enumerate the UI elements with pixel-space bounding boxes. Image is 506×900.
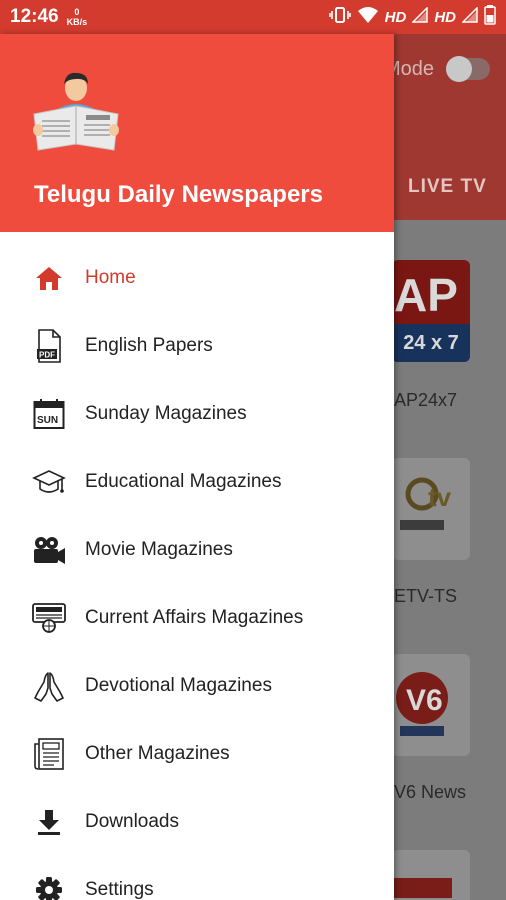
menu-item-label: Downloads [85,811,179,832]
battery-icon [484,5,496,29]
network-speed: 0 KB/s [67,7,88,27]
gear-icon [32,873,66,900]
tab-live-tv[interactable]: LIVE TV [408,176,487,198]
signal-icon [411,6,429,27]
menu-item-label: Educational Magazines [85,471,282,492]
menu-item-educational-magazines[interactable]: Educational Magazines [0,452,394,512]
dark-mode-toggle[interactable] [446,56,490,82]
menu-item-label: Movie Magazines [85,539,233,560]
movie-camera-icon [32,533,66,567]
channel-logo-v6-news[interactable]: V6 [392,654,470,756]
channel-logo-ap24x7[interactable]: AP 24 x 7 [392,260,470,362]
home-icon [32,261,66,295]
newspaper-icon [32,737,66,771]
navigation-drawer: Telugu Daily Newspapers Home PDF English… [0,34,394,900]
network-type-2: HD [434,8,456,26]
channel-logo-etv-ts[interactable]: tv [392,458,470,560]
svg-text:PDF: PDF [39,351,55,360]
menu-item-other-magazines[interactable]: Other Magazines [0,724,394,784]
praying-hands-icon [32,669,66,703]
download-icon [32,805,66,839]
drawer-title: Telugu Daily Newspapers [34,181,323,208]
drawer-header: Telugu Daily Newspapers [0,34,394,232]
svg-text:tv: tv [428,482,452,512]
menu-item-label: English Papers [85,335,213,356]
menu-item-home[interactable]: Home [0,248,394,308]
channel-logo-subtext: 24 x 7 [392,324,470,362]
graduation-cap-icon [32,465,66,499]
channel-logo-text: AP [394,269,458,321]
channel-name: AP24x7 [394,390,458,410]
menu-item-downloads[interactable]: Downloads [0,792,394,852]
wifi-icon [357,6,379,28]
menu-item-sunday-magazines[interactable]: SUN Sunday Magazines [0,384,394,444]
menu-item-devotional-magazines[interactable]: Devotional Magazines [0,656,394,716]
menu-item-label: Other Magazines [85,743,230,764]
status-bar: 12:46 0 KB/s HD HD [0,0,506,34]
vibrate-icon [328,6,351,28]
menu-item-label: Current Affairs Magazines [85,607,304,628]
menu-item-label: Devotional Magazines [85,675,272,696]
network-type-1: HD [384,8,407,26]
newspaper-reader-icon [30,70,122,156]
menu-item-label: Settings [85,879,154,900]
status-icons: HD HD [328,5,496,29]
menu-item-movie-magazines[interactable]: Movie Magazines [0,520,394,580]
network-speed-value: 0 [74,7,80,17]
menu-item-label: Sunday Magazines [85,403,247,424]
pdf-document-icon: PDF [32,329,66,363]
current-affairs-icon [32,601,66,635]
channel-name: ETV-TS [394,586,458,606]
menu-item-current-affairs-magazines[interactable]: Current Affairs Magazines [0,588,394,648]
menu-item-english-papers[interactable]: PDF English Papers [0,316,394,376]
svg-text:V6: V6 [406,684,443,717]
channel-name: V6 News [394,782,467,802]
menu-item-label: Home [85,267,136,288]
network-speed-unit: KB/s [66,17,88,27]
channel-logo-partial[interactable] [392,850,470,900]
signal-icon-2 [461,6,478,27]
menu-item-settings[interactable]: Settings [0,860,394,900]
svg-text:SUN: SUN [37,415,58,426]
status-time: 12:46 [10,6,59,27]
sun-calendar-icon: SUN [32,397,66,431]
